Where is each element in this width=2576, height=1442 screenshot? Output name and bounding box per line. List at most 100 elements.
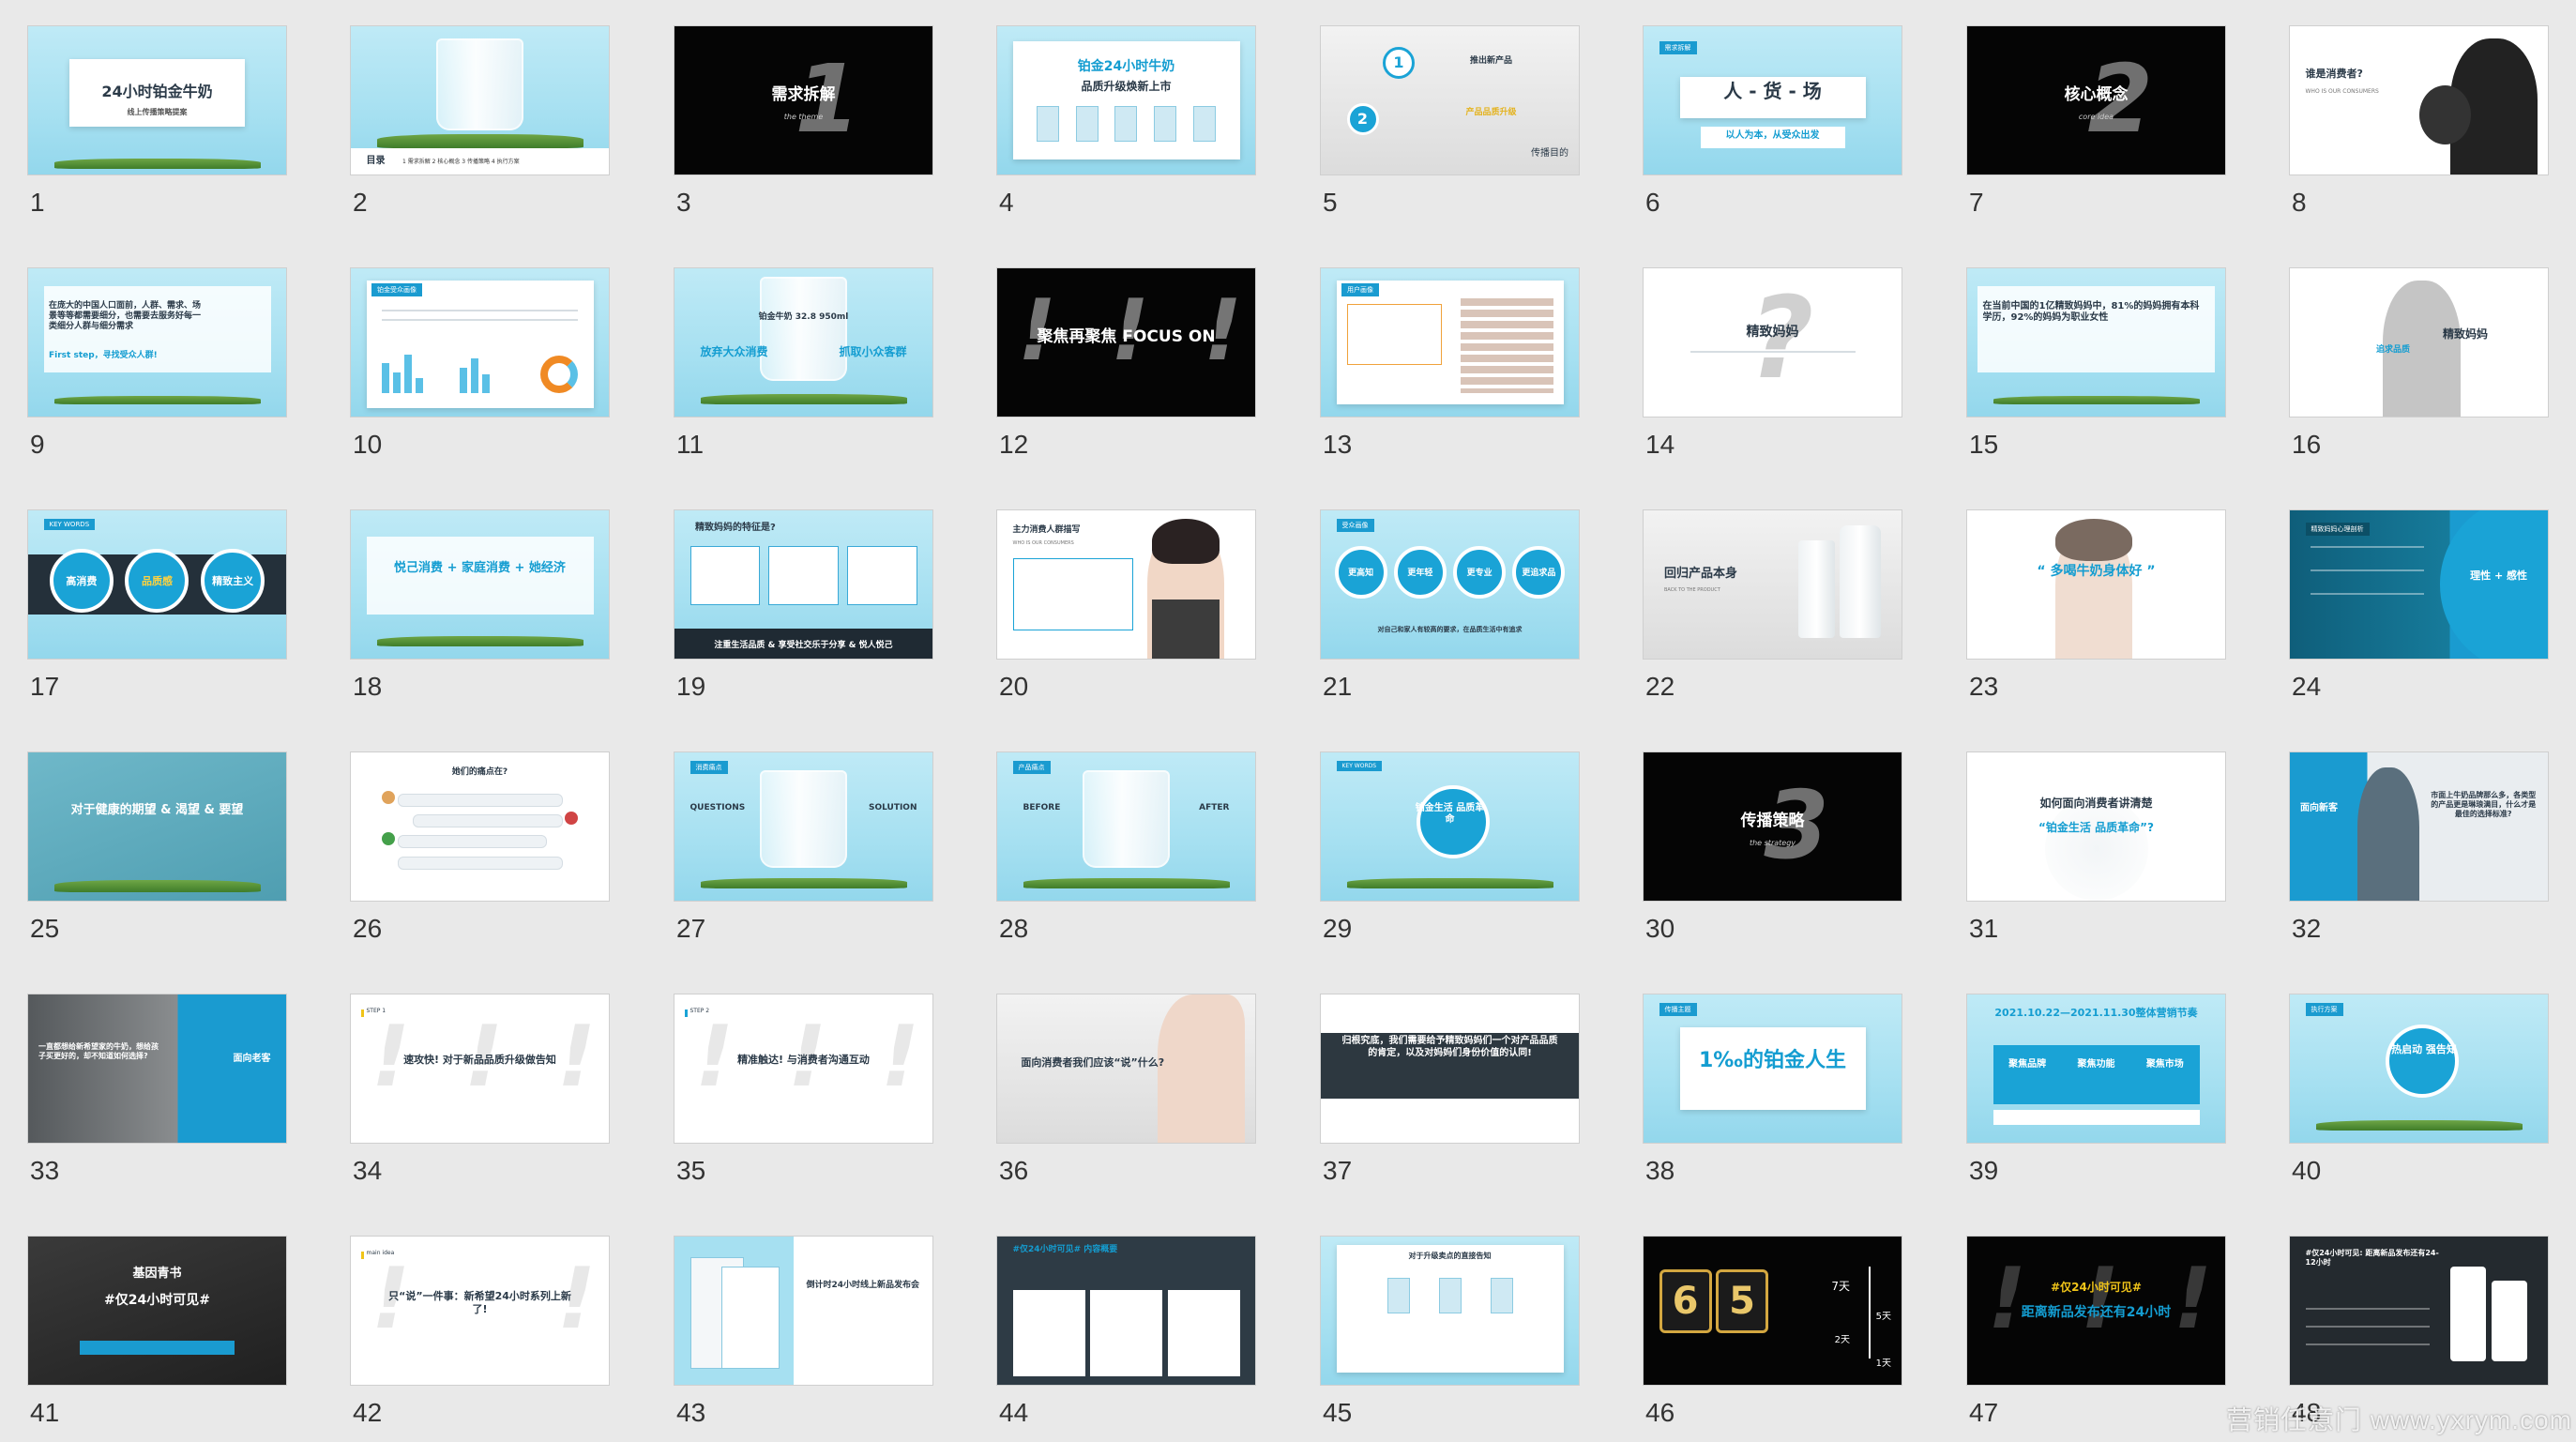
slide-thumbnail[interactable]: 受众画像 更高知 更年轻 更专业 更追求品 对自己和家人有较高的要求，在品质生活… [1321, 510, 1579, 659]
slide-thumbnail[interactable]: 她们的痛点在? [351, 752, 609, 901]
slide-right: 抓取小众客群 [839, 345, 907, 359]
slide-number: 17 [30, 672, 60, 701]
slide-thumbnail[interactable]: STEP 2 ! ! ! 精准触达! 与消费者沟通互动 [674, 994, 932, 1143]
slide-title: 一直都想给新希望家的牛奶，想给孩子买更好的，却不知道如何选择? [38, 1041, 159, 1060]
slide-title: 在当前中国的1亿精致妈妈中，81%的妈妈拥有本科学历，92%的妈妈为职业女性 [1982, 300, 2200, 324]
slide-number: 22 [1645, 672, 1675, 701]
slide-thumbnail[interactable]: 对于健康的期望 & 渴望 & 要望 [28, 752, 286, 901]
slide-number: 9 [30, 430, 45, 459]
slide-number: 26 [353, 914, 383, 943]
keyword-4: 更追求品 [1512, 545, 1566, 599]
slide-number: 40 [2292, 1156, 2322, 1185]
slide-thumbnail[interactable]: 6 5 7天 5天 2天 1天 [1644, 1237, 1902, 1385]
slide-number: 6 [1645, 188, 1660, 217]
slide-number: 19 [676, 672, 706, 701]
slide-thumbnail[interactable]: 精致妈妈 追求品质 [2290, 268, 2548, 417]
slide-thumbnail[interactable]: STEP 1 ! ! ! 速攻快! 对于新品品质升级做告知 [351, 994, 609, 1143]
slide-title: 回归产品本身 [1664, 567, 1738, 582]
slide-title: 精致妈妈 [1746, 325, 1799, 341]
slide-thumbnail[interactable]: 主力消费人群描写 WHO IS OUR CONSUMERS [997, 510, 1255, 659]
slide-number: 11 [676, 430, 705, 459]
slide-thumbnail[interactable]: #仅24小时可见# 内容概要 [997, 1237, 1255, 1385]
slide-thumbnail[interactable]: 用户画像 [1321, 268, 1579, 417]
slide-thumbnail[interactable]: 归根究底，我们需要给予精致妈妈们一个对产品品质的肯定，以及对妈妈们身份价值的认同… [1321, 994, 1579, 1143]
slide-thumbnail[interactable]: 铂金牛奶 32.8 950ml 放弃大众消费 抓取小众客群 [674, 268, 932, 417]
slide-thumbnail[interactable]: 执行方案 热启动 强告知 [2290, 994, 2548, 1143]
slide-thumbnail[interactable]: 在庞大的中国人口面前，人群、需求、场景等等都需要细分，也需要去服务好每一类细分人… [28, 268, 286, 417]
slide-tag: KEY WORDS [43, 519, 96, 531]
slide-number: 21 [1323, 672, 1353, 701]
slide-title: 精致妈妈 [2442, 327, 2488, 342]
slide-thumbnail[interactable]: 传播主题 1‰的铂金人生 [1644, 994, 1902, 1143]
slide-thumbnail[interactable]: 产品痛点 BEFORE AFTER [997, 752, 1255, 901]
slide-title: 铂金生活 品质革命 [1415, 802, 1485, 826]
slide-thumbnail[interactable]: 2 核心概念 core idea [1967, 26, 2225, 175]
slide-thumbnail[interactable]: 在当前中国的1亿精致妈妈中，81%的妈妈拥有本科学历，92%的妈妈为职业女性 [1967, 268, 2225, 417]
slide-title: 1‰的铂金人生 [1699, 1048, 1846, 1072]
slide-thumbnail[interactable]: 如何面向消费者讲清楚 “铂金生活 品质革命”? [1967, 752, 2225, 901]
slide-thumbnail[interactable]: KEY WORDS 铂金生活 品质革命 [1321, 752, 1579, 901]
slide-thumbnail[interactable]: 谁是消费者? WHO IS OUR CONSUMERS [2290, 26, 2548, 175]
phase-3: 聚焦市场 [2145, 1058, 2184, 1070]
slide-title: 精致妈妈的特征是? [695, 522, 776, 533]
slide-title: 对于升级卖点的直接告知 [1408, 1251, 1492, 1260]
slide-number: 29 [1323, 914, 1353, 943]
slide-thumbnail[interactable]: 铂金24小时牛奶 品质升级焕新上市 [997, 26, 1255, 175]
keyword-3: 精致主义 [201, 549, 265, 614]
slide-thumbnail[interactable]: 1 2 推出新产品 产品品质升级 传播目的 [1321, 26, 1579, 175]
slide-thumbnail[interactable]: 精致妈妈心理剖析 理性 + 感性 [2290, 510, 2548, 659]
slide-thumbnail[interactable]: 基因青书 #仅24小时可见# [28, 1237, 286, 1385]
slide-thumbnail[interactable]: 3 传播策略 the strategy [1644, 752, 1902, 901]
slide-subtitle: 以人为本，从受众出发 [1725, 129, 1820, 141]
slide-title: “ 多喝牛奶身体好 ” [2037, 563, 2156, 579]
slide-subtitle: BACK TO THE PRODUCT [1664, 587, 1720, 594]
slide-thumbnail[interactable]: 倒计时24小时线上新品发布会 [674, 1237, 932, 1385]
slide-number: 24 [2292, 672, 2322, 701]
slide-thumbnail[interactable]: 目录 1 需求拆解 2 核心概念 3 传播策略 4 执行方案 [351, 26, 609, 175]
slide-thumbnail[interactable]: ! ! ! #仅24小时可见# 距离新品发布还有24小时 [1967, 1237, 2225, 1385]
slide-thumbnail[interactable]: 需求拆解 人 - 货 - 场 以人为本，从受众出发 [1644, 26, 1902, 175]
slide-thumbnail[interactable]: ? 精致妈妈 [1644, 268, 1902, 417]
slide-thumbnail[interactable]: 2021.10.22—2021.11.30整体营销节奏 聚焦品牌 聚焦功能 聚焦… [1967, 994, 2225, 1143]
slide-number: 47 [1969, 1398, 1999, 1427]
timeline-7: 7天 [1831, 1280, 1850, 1294]
watermark: 营销任意门 www.yxrym.com [2225, 1405, 2572, 1434]
slide-number: 30 [1645, 914, 1675, 943]
slide-thumbnail[interactable]: 1 需求拆解 the theme [674, 26, 932, 175]
slide-band: 注重生活品质 & 享受社交乐于分享 & 悦人悦己 [674, 629, 932, 659]
slide-subtitle: core idea [2078, 112, 2114, 121]
slide-number: 36 [999, 1156, 1029, 1185]
slide-thumbnail[interactable]: “ 多喝牛奶身体好 ” [1967, 510, 2225, 659]
slide-title: #仅24小时可见# 内容概要 [1012, 1245, 1118, 1255]
slide-title: 在庞大的中国人口面前，人群、需求、场景等等都需要细分，也需要去服务好每一类细分人… [49, 300, 202, 332]
slide-title: 速攻快! 对于新品品质升级做告知 [403, 1054, 556, 1067]
slide-thumbnail[interactable]: 24小时铂金牛奶 线上传播策略提案 [28, 26, 286, 175]
slide-number: 41 [30, 1398, 60, 1427]
slide-thumbnail[interactable]: 面向消费者我们应该“说”什么? [997, 994, 1255, 1143]
slide-title: 她们的痛点在? [451, 767, 508, 777]
slide-thumbnail[interactable]: 精致妈妈的特征是? 注重生活品质 & 享受社交乐于分享 & 悦人悦己 [674, 510, 932, 659]
slide-number: 38 [1645, 1156, 1675, 1185]
slide-subtitle: WHO IS OUR CONSUMERS [2305, 88, 2379, 96]
slide-thumbnail[interactable]: 消费痛点 QUESTIONS SOLUTION [674, 752, 932, 901]
slide-number: 46 [1645, 1398, 1675, 1427]
slide-number: 33 [30, 1156, 60, 1185]
slide-thumbnail[interactable]: 一直都想给新希望家的牛奶，想给孩子买更好的，却不知道如何选择? 面向老客 [28, 994, 286, 1143]
slide-thumbnail[interactable]: 悦己消费 + 家庭消费 + 她经济 [351, 510, 609, 659]
slide-title: 归根究底，我们需要给予精致妈妈们一个对产品品质的肯定，以及对妈妈们身份价值的认同… [1341, 1036, 1558, 1058]
slide-subtitle: “铂金生活 品质革命”? [2038, 820, 2154, 834]
slide-title: 核心概念 [2064, 85, 2129, 105]
slide-thumbnail[interactable]: ! ! ! 聚焦再聚焦 FOCUS ON [997, 268, 1255, 417]
slide-thumbnail[interactable]: #仅24小时可见: 距离新品发布还有24-12小时 [2290, 1237, 2548, 1385]
slide-title: 需求拆解 [771, 85, 836, 105]
slide-thumbnail[interactable]: 面向新客 市面上牛奶品牌那么多，各类型的产品更是琳琅满目，什么才是最佳的选择标准… [2290, 752, 2548, 901]
keyword-2: 更年轻 [1393, 545, 1447, 599]
slide-thumbnail[interactable]: KEY WORDS 高消费 品质感 精致主义 [28, 510, 286, 659]
slide-title: 面向消费者我们应该“说”什么? [1021, 1056, 1165, 1070]
slide-thumbnail[interactable]: 对于升级卖点的直接告知 [1321, 1237, 1579, 1385]
slide-thumbnail[interactable]: 铂金受众画像 [351, 268, 609, 417]
slide-thumbnail[interactable]: 回归产品本身 BACK TO THE PRODUCT [1644, 510, 1902, 659]
slide-thumbnail[interactable]: main idea ! ! 只“说”一件事：新希望24小时系列上新了! [351, 1237, 609, 1385]
slide-number: 4 [999, 188, 1014, 217]
slide-sub: 产品品质升级 [1465, 107, 1517, 117]
